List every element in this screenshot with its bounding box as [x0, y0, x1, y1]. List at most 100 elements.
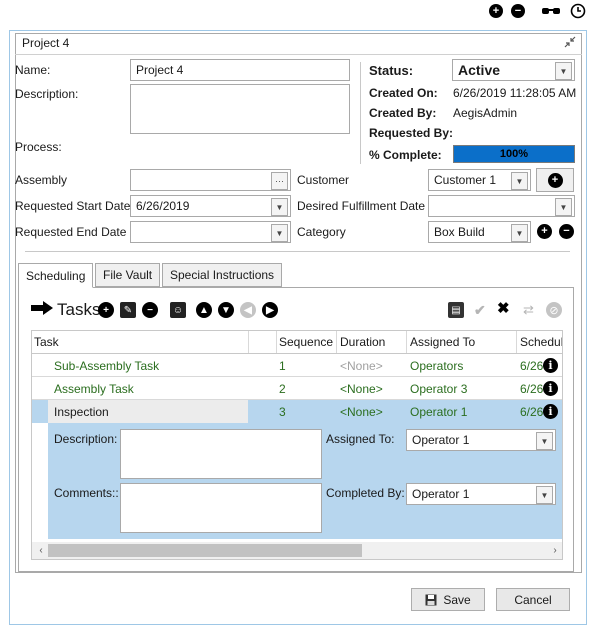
customer-dropdown[interactable]: Customer 1 ▼ — [428, 169, 531, 191]
category-label: Category — [297, 225, 346, 239]
assembly-browse-button[interactable]: ··· — [271, 172, 288, 190]
req-start-value: 6/26/2019 — [136, 199, 190, 213]
tab-file-vault[interactable]: File Vault — [95, 263, 161, 287]
remove-icon[interactable]: − — [511, 4, 525, 18]
name-label: Name: — [15, 63, 51, 77]
req-start-input[interactable]: 6/26/2019 ▼ — [130, 195, 291, 217]
move-down-icon[interactable]: ▼ — [218, 302, 234, 318]
vertical-divider — [360, 62, 361, 164]
add-customer-button[interactable]: + — [536, 168, 574, 192]
save-button[interactable]: Save — [411, 588, 485, 611]
detail-comments-label: Comments:: — [54, 486, 119, 500]
col-duration[interactable]: Duration — [340, 331, 385, 353]
req-end-input[interactable]: ▼ — [130, 221, 291, 243]
task-sequence: 3 — [279, 404, 286, 419]
task-name: Sub-Assembly Task — [54, 358, 160, 373]
task-duration: <None> — [340, 358, 383, 373]
remove-category-icon[interactable]: − — [559, 224, 574, 239]
chevron-down-icon: ▼ — [511, 172, 528, 190]
block-icon[interactable]: ⊘ — [546, 302, 562, 318]
customer-value: Customer 1 — [434, 173, 497, 187]
grid-header: Task Sequence Duration Assigned To Sched… — [32, 331, 562, 354]
complete-label: % Complete: — [369, 148, 442, 162]
desired-input[interactable]: ▼ — [428, 195, 575, 217]
table-row[interactable]: Sub-Assembly Task 1 <None> Operators 6/2… — [32, 354, 562, 377]
scroll-right-icon[interactable]: › — [548, 542, 562, 559]
assembly-input[interactable]: ··· — [130, 169, 291, 191]
status-value: Active — [458, 62, 501, 78]
description-input[interactable] — [130, 84, 350, 134]
tab-special-instructions[interactable]: Special Instructions — [162, 263, 283, 287]
assembly-label: Assembly — [15, 173, 68, 187]
detail-completed-dropdown[interactable]: Operator 1 ▼ — [406, 483, 556, 505]
status-dropdown[interactable]: Active ▼ — [452, 59, 575, 81]
task-schedule: 6/26 — [520, 404, 544, 419]
chevron-down-icon: ▼ — [536, 432, 553, 450]
add-category-icon[interactable]: + — [537, 224, 552, 239]
task-sequence: 1 — [279, 358, 286, 373]
col-sequence[interactable]: Sequence — [279, 331, 333, 353]
plus-circle-icon: + — [547, 172, 563, 188]
task-assigned: Operator 1 — [410, 404, 468, 419]
detail-comments-input[interactable] — [120, 483, 322, 533]
progress-text: 100% — [499, 148, 529, 160]
add-task-icon[interactable]: + — [98, 302, 114, 318]
status-label: Status: — [369, 63, 414, 78]
col-task[interactable]: Task — [34, 331, 59, 353]
req-start-label: Requested Start Date — [15, 199, 131, 213]
category-dropdown[interactable]: Box Build ▼ — [428, 221, 531, 243]
task-schedule: 6/26 — [520, 381, 544, 396]
save-label: Save — [443, 592, 471, 607]
clock-icon[interactable] — [570, 3, 586, 19]
task-sequence: 2 — [279, 381, 286, 396]
tab-scheduling[interactable]: Scheduling — [18, 263, 94, 288]
created-on-value: 6/26/2019 11:28:05 AM — [453, 86, 577, 100]
save-icon — [425, 594, 437, 606]
chevron-down-icon: ▼ — [536, 486, 553, 504]
created-by-value: AegisAdmin — [453, 106, 518, 120]
detail-assigned-dropdown[interactable]: Operator 1 ▼ — [406, 429, 556, 451]
move-right-icon[interactable]: ▶ — [262, 302, 278, 318]
detail-completed-label: Completed By: — [326, 486, 405, 500]
add-icon[interactable]: + — [489, 4, 503, 18]
detail-completed-value: Operator 1 — [412, 487, 470, 501]
info-icon[interactable]: i — [543, 404, 558, 419]
remove-task-icon[interactable]: − — [142, 302, 158, 318]
move-up-icon[interactable]: ▲ — [196, 302, 212, 318]
chevron-down-icon: ▼ — [271, 198, 288, 216]
glasses-icon[interactable] — [541, 5, 561, 17]
chevron-down-icon: ▼ — [271, 224, 288, 242]
title-divider — [15, 54, 582, 55]
created-on-label: Created On: — [369, 86, 438, 100]
detail-assigned-label: Assigned To: — [326, 432, 395, 446]
detail-description-input[interactable] — [120, 429, 322, 479]
task-list-icon[interactable]: ▤ — [448, 302, 464, 318]
collapse-icon[interactable] — [564, 36, 576, 48]
col-assigned[interactable]: Assigned To — [410, 331, 475, 353]
customer-label: Customer — [297, 173, 350, 187]
check-icon[interactable]: ✔ — [474, 302, 490, 318]
col-schedule[interactable]: Schedul — [520, 331, 562, 353]
scroll-left-icon[interactable]: ‹ — [34, 542, 48, 559]
info-icon[interactable]: i — [543, 381, 558, 396]
assign-user-icon[interactable]: ☺ — [170, 302, 186, 318]
task-assigned: Operators — [410, 358, 464, 373]
cancel-button[interactable]: Cancel — [496, 588, 570, 611]
category-value: Box Build — [434, 225, 485, 239]
cancel-x-icon[interactable]: ✖ — [497, 301, 513, 317]
scrollbar-thumb[interactable] — [48, 544, 362, 557]
task-name: Inspection — [54, 404, 109, 419]
info-icon[interactable]: i — [543, 358, 558, 373]
shuffle-icon[interactable]: ⇄ — [523, 302, 539, 318]
edit-task-icon[interactable]: ✎ — [120, 302, 136, 318]
horizontal-scrollbar[interactable]: ‹ › — [32, 542, 562, 559]
table-row[interactable]: Assembly Task 2 <None> Operator 3 6/26 i — [32, 377, 562, 400]
name-input[interactable]: Project 4 — [130, 59, 350, 81]
window-title: Project 4 — [22, 36, 70, 50]
process-label: Process: — [15, 140, 62, 154]
table-row-selected[interactable]: Inspection 3 <None> Operator 1 6/26 i — [32, 400, 562, 423]
move-left-icon[interactable]: ◀ — [240, 302, 256, 318]
task-duration: <None> — [340, 381, 383, 396]
tasks-title: Tasks — [57, 300, 101, 319]
description-label: Description: — [15, 87, 79, 101]
